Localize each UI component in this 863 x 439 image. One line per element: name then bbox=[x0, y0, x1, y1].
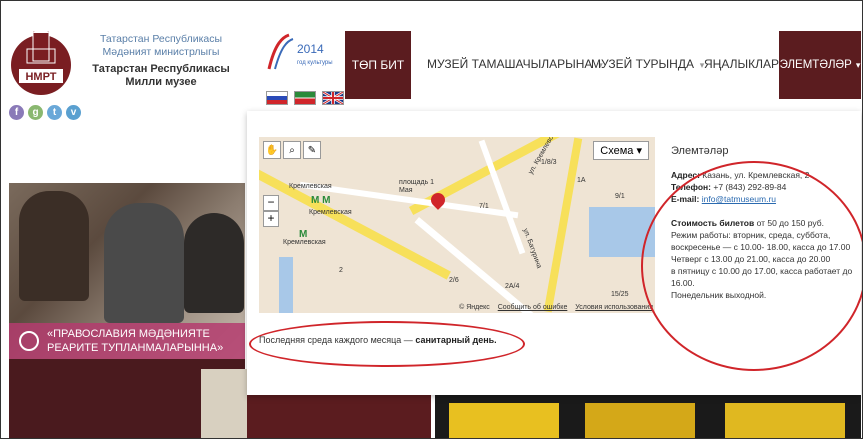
map-label: 9/1 bbox=[615, 193, 625, 200]
facebook-icon[interactable]: f bbox=[9, 105, 24, 120]
google-icon[interactable]: g bbox=[28, 105, 43, 120]
org-line-3: Татарстан Республикасы bbox=[92, 63, 230, 75]
museum-logo[interactable]: НМРТ bbox=[9, 25, 73, 101]
map-label: Кремлевская bbox=[289, 183, 332, 190]
hand-icon[interactable]: ✋ bbox=[263, 141, 281, 159]
map-label: 7/1 bbox=[479, 203, 489, 210]
metro-icon: M M bbox=[311, 195, 331, 206]
report-error-link[interactable]: Сообщить об ошибке bbox=[498, 304, 568, 311]
map-label: 2/6 bbox=[449, 277, 459, 284]
nav-about-label: МУЗЕЙ ТУРЫНДА bbox=[591, 57, 694, 71]
map-label: 1/8/3 bbox=[541, 159, 557, 166]
highlight-ellipse bbox=[641, 161, 862, 371]
map-label: Кремлевская bbox=[283, 239, 326, 246]
nav-visitors[interactable]: МУЗЕЙ ТАМАШАЧЫЛАРЫНА ▾ bbox=[427, 57, 603, 71]
tatar-flag-icon[interactable] bbox=[294, 91, 316, 105]
metro-icon: M bbox=[299, 229, 308, 240]
uk-flag-icon[interactable] bbox=[322, 91, 344, 105]
year-of-culture-logo[interactable]: 2014 год культуры bbox=[263, 33, 343, 73]
nav-news[interactable]: ЯҢАЛЫКЛАР bbox=[704, 57, 779, 71]
map-type-label: Схема bbox=[600, 145, 634, 157]
page: НМРТ Татарстан Республикасы Мәдәният мин… bbox=[0, 0, 863, 439]
nav-about[interactable]: МУЗЕЙ ТУРЫНДА ▾ bbox=[591, 57, 704, 71]
language-flags bbox=[266, 91, 344, 105]
logo-text: НМРТ bbox=[25, 71, 56, 83]
map-label: 15/25 bbox=[611, 291, 629, 298]
book-image bbox=[201, 369, 247, 438]
vk-icon[interactable]: v bbox=[66, 105, 81, 120]
map-label: площадь 1 Мая bbox=[399, 179, 435, 194]
ruler-icon[interactable]: ✎ bbox=[303, 141, 321, 159]
circle-icon bbox=[19, 331, 39, 351]
map-label: 2 bbox=[339, 267, 343, 274]
exhibit-image-right[interactable] bbox=[435, 395, 861, 438]
terms-link[interactable]: Условия использования bbox=[575, 304, 653, 311]
map-label: 2A/4 bbox=[505, 283, 520, 290]
map[interactable]: Кремлевская Кремлевская Кремлевская площ… bbox=[259, 137, 655, 313]
year-text: 2014 bbox=[297, 42, 324, 56]
map-label: 1A bbox=[577, 177, 586, 184]
magnifier-icon[interactable]: ⌕ bbox=[283, 141, 301, 159]
highlight-ellipse bbox=[249, 321, 525, 367]
zoom-in-button[interactable]: + bbox=[263, 211, 279, 227]
nav-contacts-label: ЭЛЕМТӘЛӘР bbox=[779, 59, 852, 71]
social-links: f g t v bbox=[9, 105, 81, 120]
org-name: Татарстан Республикасы Мәдәният министрл… bbox=[81, 33, 241, 89]
news-banner[interactable]: «ПРАВОСЛАВИЯ МӘДӘНИЯТЕ РЕАРИТЕ ТУПЛАНМАЛ… bbox=[9, 323, 245, 359]
org-line-4: Милли музее bbox=[125, 76, 197, 88]
dark-block bbox=[247, 395, 431, 438]
news-banner-text: «ПРАВОСЛАВИЯ МӘДӘНИЯТЕ РЕАРИТЕ ТУПЛАНМАЛ… bbox=[47, 328, 224, 354]
russian-flag-icon[interactable] bbox=[266, 91, 288, 105]
contacts-dropdown: Кремлевская Кремлевская Кремлевская площ… bbox=[247, 111, 862, 395]
org-line-1: Татарстан Республикасы bbox=[99, 33, 223, 45]
zoom-out-button[interactable]: − bbox=[263, 195, 279, 211]
map-toolbar: ✋ ⌕ ✎ bbox=[263, 141, 321, 159]
contacts-title: Элемтәләр bbox=[671, 145, 729, 157]
map-label: Кремлевская bbox=[309, 209, 352, 216]
map-footer: © Яндекс Сообщить об ошибке Условия испо… bbox=[459, 304, 653, 311]
chevron-down-icon: ▾ bbox=[636, 145, 642, 157]
nav-visitors-label: МУЗЕЙ ТАМАШАЧЫЛАРЫНА bbox=[427, 57, 593, 71]
twitter-icon[interactable]: t bbox=[47, 105, 62, 120]
yandex-logo: © Яндекс bbox=[459, 304, 490, 311]
chevron-down-icon: ▾ bbox=[855, 59, 861, 70]
map-label: ул. Батурина bbox=[521, 227, 543, 270]
nav-home[interactable]: ТӨП БИТ bbox=[345, 31, 411, 99]
year-sub-text: год культуры bbox=[297, 60, 333, 66]
nav-contacts[interactable]: ЭЛЕМТӘЛӘР ▾ bbox=[779, 31, 861, 99]
org-line-2: Мәдәният министрлыгы bbox=[102, 46, 220, 58]
map-type-select[interactable]: Схема ▾ bbox=[593, 141, 649, 160]
